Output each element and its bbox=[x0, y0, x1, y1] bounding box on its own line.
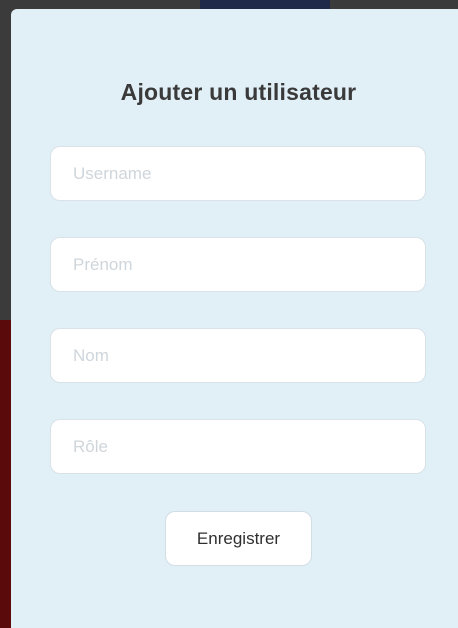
save-button[interactable]: Enregistrer bbox=[165, 511, 312, 566]
role-input[interactable] bbox=[50, 419, 426, 474]
add-user-modal: Ajouter un utilisateur Enregistrer bbox=[11, 9, 458, 628]
first-name-input[interactable] bbox=[50, 237, 426, 292]
modal-title: Ajouter un utilisateur bbox=[120, 79, 357, 105]
last-name-input[interactable] bbox=[50, 328, 426, 383]
username-input[interactable] bbox=[50, 146, 426, 201]
